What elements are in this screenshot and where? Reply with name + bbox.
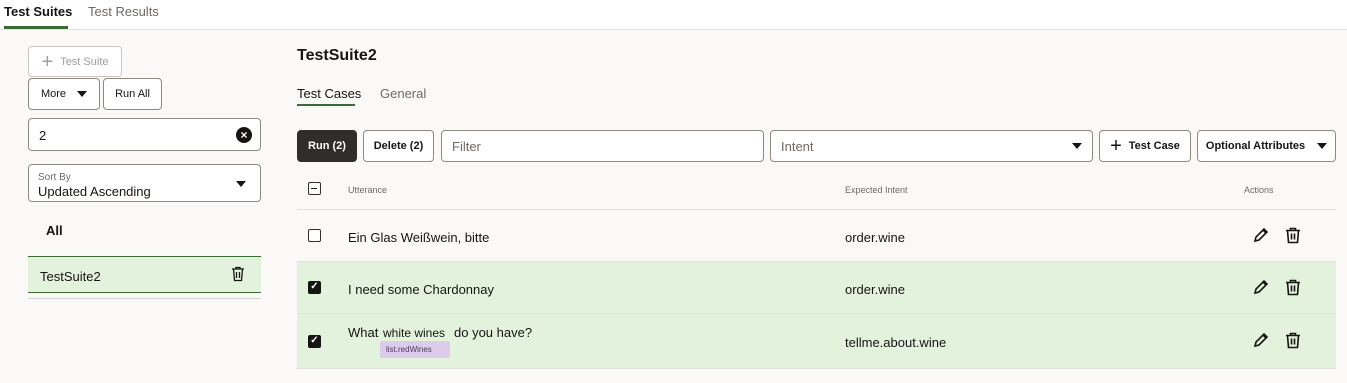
trash-icon[interactable] bbox=[231, 266, 245, 285]
utterance-text-after: do you have? bbox=[454, 325, 533, 340]
column-header-utterance: Utterance bbox=[348, 185, 388, 195]
active-subtab-indicator bbox=[297, 104, 355, 106]
edit-icon[interactable] bbox=[1252, 279, 1269, 299]
row-checkbox[interactable]: ✓ bbox=[308, 335, 321, 348]
divider bbox=[28, 298, 261, 299]
intent-placeholder: Intent bbox=[781, 138, 814, 154]
suite-list-item[interactable]: TestSuite2 bbox=[28, 256, 261, 293]
entity-annotated-word[interactable]: white wines bbox=[383, 326, 445, 340]
row-checkbox[interactable] bbox=[308, 229, 321, 242]
tab-test-results[interactable]: Test Results bbox=[88, 4, 159, 19]
plus-icon: + bbox=[41, 50, 54, 73]
tab-test-suites[interactable]: Test Suites bbox=[4, 4, 72, 19]
table-row: ✓ What white wines do you have? list.red… bbox=[297, 314, 1336, 369]
trash-icon[interactable] bbox=[1285, 332, 1301, 352]
search-input[interactable]: 2 × bbox=[28, 118, 261, 151]
more-label: More bbox=[40, 88, 67, 100]
table-row: Ein Glas Weißwein, bitte order.wine bbox=[297, 210, 1336, 262]
more-menu-button[interactable]: More bbox=[28, 78, 100, 110]
run-all-button[interactable]: Run All bbox=[103, 78, 162, 110]
column-header-actions: Actions bbox=[1244, 185, 1274, 195]
trash-icon[interactable] bbox=[1285, 227, 1301, 247]
edit-icon[interactable] bbox=[1252, 227, 1269, 247]
search-value: 2 bbox=[39, 128, 47, 143]
chevron-down-icon bbox=[1072, 143, 1082, 149]
suite-name: TestSuite2 bbox=[40, 269, 101, 284]
entity-tag[interactable]: list.redWines bbox=[380, 341, 450, 358]
sort-by-label: Sort By bbox=[38, 172, 71, 183]
chevron-down-icon bbox=[77, 91, 88, 97]
top-tab-bar: Test Suites Test Results bbox=[0, 0, 1347, 30]
optional-attributes-label: Optional Attributes bbox=[1205, 140, 1306, 152]
tab-test-cases[interactable]: Test Cases bbox=[297, 86, 361, 101]
suite-list-all[interactable]: All bbox=[46, 223, 63, 238]
plus-icon: + bbox=[1110, 135, 1122, 157]
active-tab-indicator bbox=[4, 26, 68, 29]
tab-general[interactable]: General bbox=[380, 86, 426, 101]
intent-cell: tellme.about.wine bbox=[845, 335, 947, 350]
utterance-text-before: What bbox=[348, 325, 379, 340]
chevron-down-icon bbox=[236, 181, 246, 187]
intent-cell: order.wine bbox=[845, 230, 905, 245]
add-test-case-label: Test Case bbox=[1128, 140, 1180, 152]
optional-attributes-button[interactable]: Optional Attributes bbox=[1197, 130, 1336, 162]
column-header-expected-intent: Expected Intent bbox=[845, 185, 908, 195]
page-title: TestSuite2 bbox=[297, 47, 377, 64]
intent-select[interactable]: Intent bbox=[770, 130, 1093, 162]
add-test-suite-label: Test Suite bbox=[60, 55, 109, 68]
filter-placeholder: Filter bbox=[452, 138, 481, 154]
intent-cell: order.wine bbox=[845, 282, 905, 297]
select-all-checkbox[interactable] bbox=[308, 182, 321, 195]
table-row: ✓ I need some Chardonnay order.wine bbox=[297, 262, 1336, 314]
row-checkbox[interactable]: ✓ bbox=[308, 281, 321, 294]
chevron-down-icon bbox=[1317, 143, 1328, 149]
filter-input[interactable]: Filter bbox=[441, 130, 764, 162]
delete-selected-button[interactable]: Delete (2) bbox=[363, 130, 434, 162]
run-selected-button[interactable]: Run (2) bbox=[297, 130, 357, 162]
utterance-cell: I need some Chardonnay bbox=[348, 282, 494, 297]
clear-icon[interactable]: × bbox=[236, 127, 252, 143]
sort-by-value: Updated Ascending bbox=[38, 184, 151, 199]
trash-icon[interactable] bbox=[1285, 279, 1301, 299]
add-test-case-button[interactable]: + Test Case bbox=[1099, 130, 1191, 162]
add-test-suite-button[interactable]: + Test Suite bbox=[28, 46, 122, 77]
utterance-cell: Ein Glas Weißwein, bitte bbox=[348, 230, 490, 245]
table-header: Utterance Expected Intent Actions bbox=[297, 173, 1336, 210]
sort-by-select[interactable]: Sort By Updated Ascending bbox=[28, 164, 261, 202]
edit-icon[interactable] bbox=[1252, 332, 1269, 352]
